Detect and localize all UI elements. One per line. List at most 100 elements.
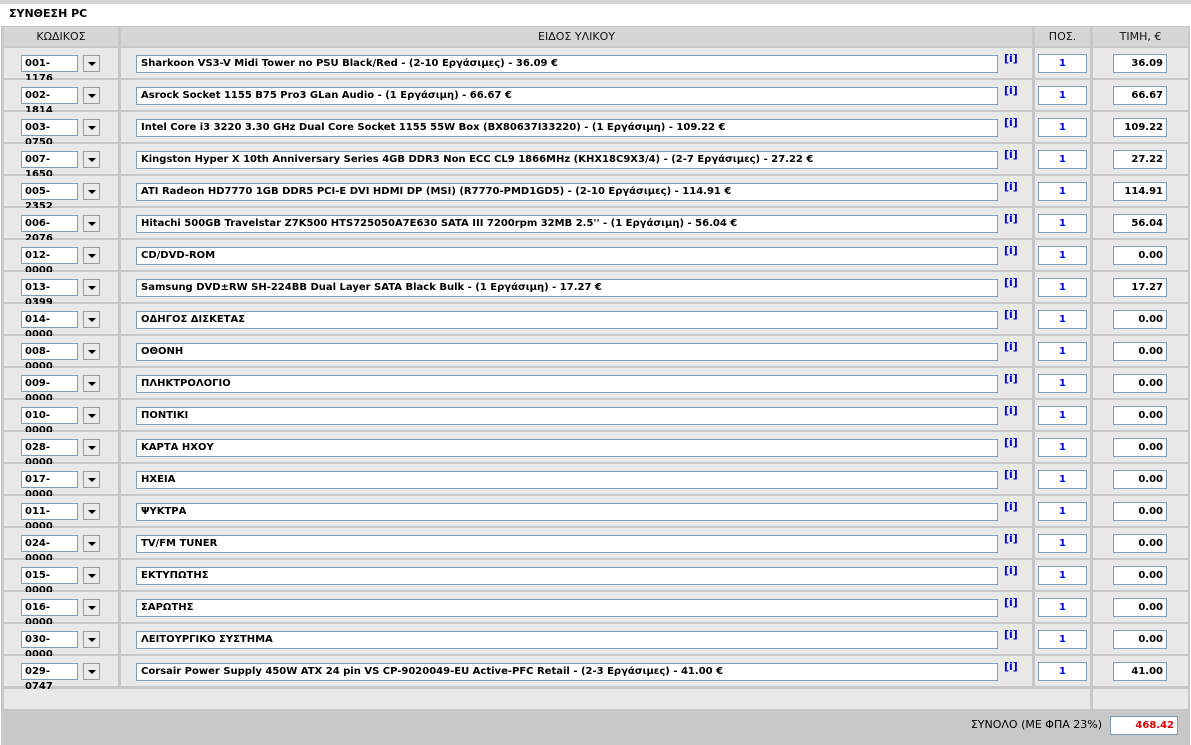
code-dropdown-button[interactable] <box>83 375 100 392</box>
info-link[interactable]: [i] <box>1004 180 1018 193</box>
item-select[interactable]: ΚΑΡΤΑ ΗΧΟΥ <box>136 439 998 457</box>
item-select[interactable]: Samsung DVD±RW SH-224BB Dual Layer SATA … <box>136 279 998 297</box>
code-select[interactable]: 010-0000 <box>21 407 78 436</box>
info-link[interactable]: [i] <box>1004 660 1018 673</box>
quantity-input[interactable]: 1 <box>1038 310 1087 329</box>
quantity-input[interactable]: 1 <box>1038 566 1087 585</box>
quantity-input[interactable]: 1 <box>1038 54 1087 73</box>
code-select[interactable]: 013-0399 <box>21 279 78 308</box>
code-dropdown-button[interactable] <box>83 439 100 456</box>
item-select[interactable]: Kingston Hyper X 10th Anniversary Series… <box>136 151 998 169</box>
code-select[interactable]: 009-0000 <box>21 375 78 404</box>
item-select[interactable]: ΣΑΡΩΤΗΣ <box>136 599 998 617</box>
code-dropdown-button[interactable] <box>83 311 100 328</box>
code-dropdown-button[interactable] <box>83 663 100 680</box>
quantity-input[interactable]: 1 <box>1038 662 1087 681</box>
info-link[interactable]: [i] <box>1004 84 1018 97</box>
code-select[interactable]: 016-0000 <box>21 599 78 628</box>
quantity-input[interactable]: 1 <box>1038 502 1087 521</box>
info-link[interactable]: [i] <box>1004 596 1018 609</box>
quantity-input[interactable]: 1 <box>1038 118 1087 137</box>
info-link[interactable]: [i] <box>1004 340 1018 353</box>
code-dropdown-button[interactable] <box>83 87 100 104</box>
item-select[interactable]: Sharkoon VS3-V Midi Tower no PSU Black/R… <box>136 55 998 73</box>
item-select[interactable]: TV/FM TUNER <box>136 535 998 553</box>
code-dropdown-button[interactable] <box>83 119 100 136</box>
item-select[interactable]: CD/DVD-ROM <box>136 247 998 265</box>
info-link[interactable]: [i] <box>1004 404 1018 417</box>
quantity-input[interactable]: 1 <box>1038 86 1087 105</box>
code-dropdown-button[interactable] <box>83 55 100 72</box>
info-link[interactable]: [i] <box>1004 52 1018 65</box>
item-select[interactable]: ΗΧΕΙΑ <box>136 471 998 489</box>
code-select[interactable]: 005-2352 <box>21 183 78 212</box>
quantity-input[interactable]: 1 <box>1038 182 1087 201</box>
quantity-input[interactable]: 1 <box>1038 470 1087 489</box>
quantity-input[interactable]: 1 <box>1038 214 1087 233</box>
code-dropdown-button[interactable] <box>83 631 100 648</box>
quantity-input[interactable]: 1 <box>1038 406 1087 425</box>
quantity-input[interactable]: 1 <box>1038 278 1087 297</box>
code-dropdown-button[interactable] <box>83 535 100 552</box>
info-link[interactable]: [i] <box>1004 564 1018 577</box>
info-link[interactable]: [i] <box>1004 436 1018 449</box>
info-link[interactable]: [i] <box>1004 372 1018 385</box>
info-link[interactable]: [i] <box>1004 308 1018 321</box>
code-select[interactable]: 011-0000 <box>21 503 78 532</box>
item-select[interactable]: Corsair Power Supply 450W ATX 24 pin VS … <box>136 663 998 681</box>
code-dropdown-button[interactable] <box>83 279 100 296</box>
code-select[interactable]: 030-0000 <box>21 631 78 660</box>
quantity-input[interactable]: 1 <box>1038 438 1087 457</box>
code-select[interactable]: 015-0000 <box>21 567 78 596</box>
code-dropdown-button[interactable] <box>83 215 100 232</box>
info-link[interactable]: [i] <box>1004 468 1018 481</box>
code-select[interactable]: 014-0000 <box>21 311 78 340</box>
code-dropdown-button[interactable] <box>83 599 100 616</box>
item-select[interactable]: ATI Radeon HD7770 1GB DDR5 PCI-E DVI HDM… <box>136 183 998 201</box>
code-dropdown-button[interactable] <box>83 343 100 360</box>
code-select[interactable]: 024-0000 <box>21 535 78 564</box>
code-dropdown-button[interactable] <box>83 407 100 424</box>
code-select[interactable]: 007-1650 <box>21 151 78 180</box>
code-dropdown-button[interactable] <box>83 183 100 200</box>
info-link[interactable]: [i] <box>1004 212 1018 225</box>
item-select[interactable]: ΠΛΗΚΤΡΟΛΟΓΙΟ <box>136 375 998 393</box>
code-dropdown-button[interactable] <box>83 503 100 520</box>
code-dropdown-button[interactable] <box>83 471 100 488</box>
info-link[interactable]: [i] <box>1004 532 1018 545</box>
code-select[interactable]: 006-2076 <box>21 215 78 244</box>
code-dropdown-button[interactable] <box>83 247 100 264</box>
code-select[interactable]: 028-0000 <box>21 439 78 468</box>
quantity-input[interactable]: 1 <box>1038 598 1087 617</box>
code-dropdown-button[interactable] <box>83 567 100 584</box>
item-select[interactable]: ΨΥΚΤΡΑ <box>136 503 998 521</box>
info-link[interactable]: [i] <box>1004 148 1018 161</box>
code-select[interactable]: 003-0750 <box>21 119 78 148</box>
quantity-input[interactable]: 1 <box>1038 630 1087 649</box>
code-dropdown-button[interactable] <box>83 151 100 168</box>
info-link[interactable]: [i] <box>1004 500 1018 513</box>
code-select[interactable]: 017-0000 <box>21 471 78 500</box>
code-select[interactable]: 029-0747 <box>21 663 78 692</box>
quantity-input[interactable]: 1 <box>1038 150 1087 169</box>
item-select[interactable]: ΠΟΝΤΙΚΙ <box>136 407 998 425</box>
code-select[interactable]: 001-1176 <box>21 55 78 84</box>
info-link[interactable]: [i] <box>1004 244 1018 257</box>
item-select[interactable]: Asrock Socket 1155 B75 Pro3 GLan Audio -… <box>136 87 998 105</box>
item-select[interactable]: Hitachi 500GB Travelstar Z7K500 HTS72505… <box>136 215 998 233</box>
item-select[interactable]: ΟΔΗΓΟΣ ΔΙΣΚΕΤΑΣ <box>136 311 998 329</box>
code-select[interactable]: 002-1814 <box>21 87 78 116</box>
quantity-input[interactable]: 1 <box>1038 534 1087 553</box>
code-select[interactable]: 008-0000 <box>21 343 78 372</box>
quantity-input[interactable]: 1 <box>1038 374 1087 393</box>
item-select[interactable]: ΛΕΙΤΟΥΡΓΙΚΟ ΣΥΣΤΗΜΑ <box>136 631 998 649</box>
quantity-input[interactable]: 1 <box>1038 246 1087 265</box>
info-link[interactable]: [i] <box>1004 276 1018 289</box>
item-select[interactable]: ΟΘΟΝΗ <box>136 343 998 361</box>
code-select[interactable]: 012-0000 <box>21 247 78 276</box>
quantity-input[interactable]: 1 <box>1038 342 1087 361</box>
item-select[interactable]: ΕΚΤΥΠΩΤΗΣ <box>136 567 998 585</box>
item-select[interactable]: Intel Core i3 3220 3.30 GHz Dual Core So… <box>136 119 998 137</box>
info-link[interactable]: [i] <box>1004 628 1018 641</box>
info-link[interactable]: [i] <box>1004 116 1018 129</box>
